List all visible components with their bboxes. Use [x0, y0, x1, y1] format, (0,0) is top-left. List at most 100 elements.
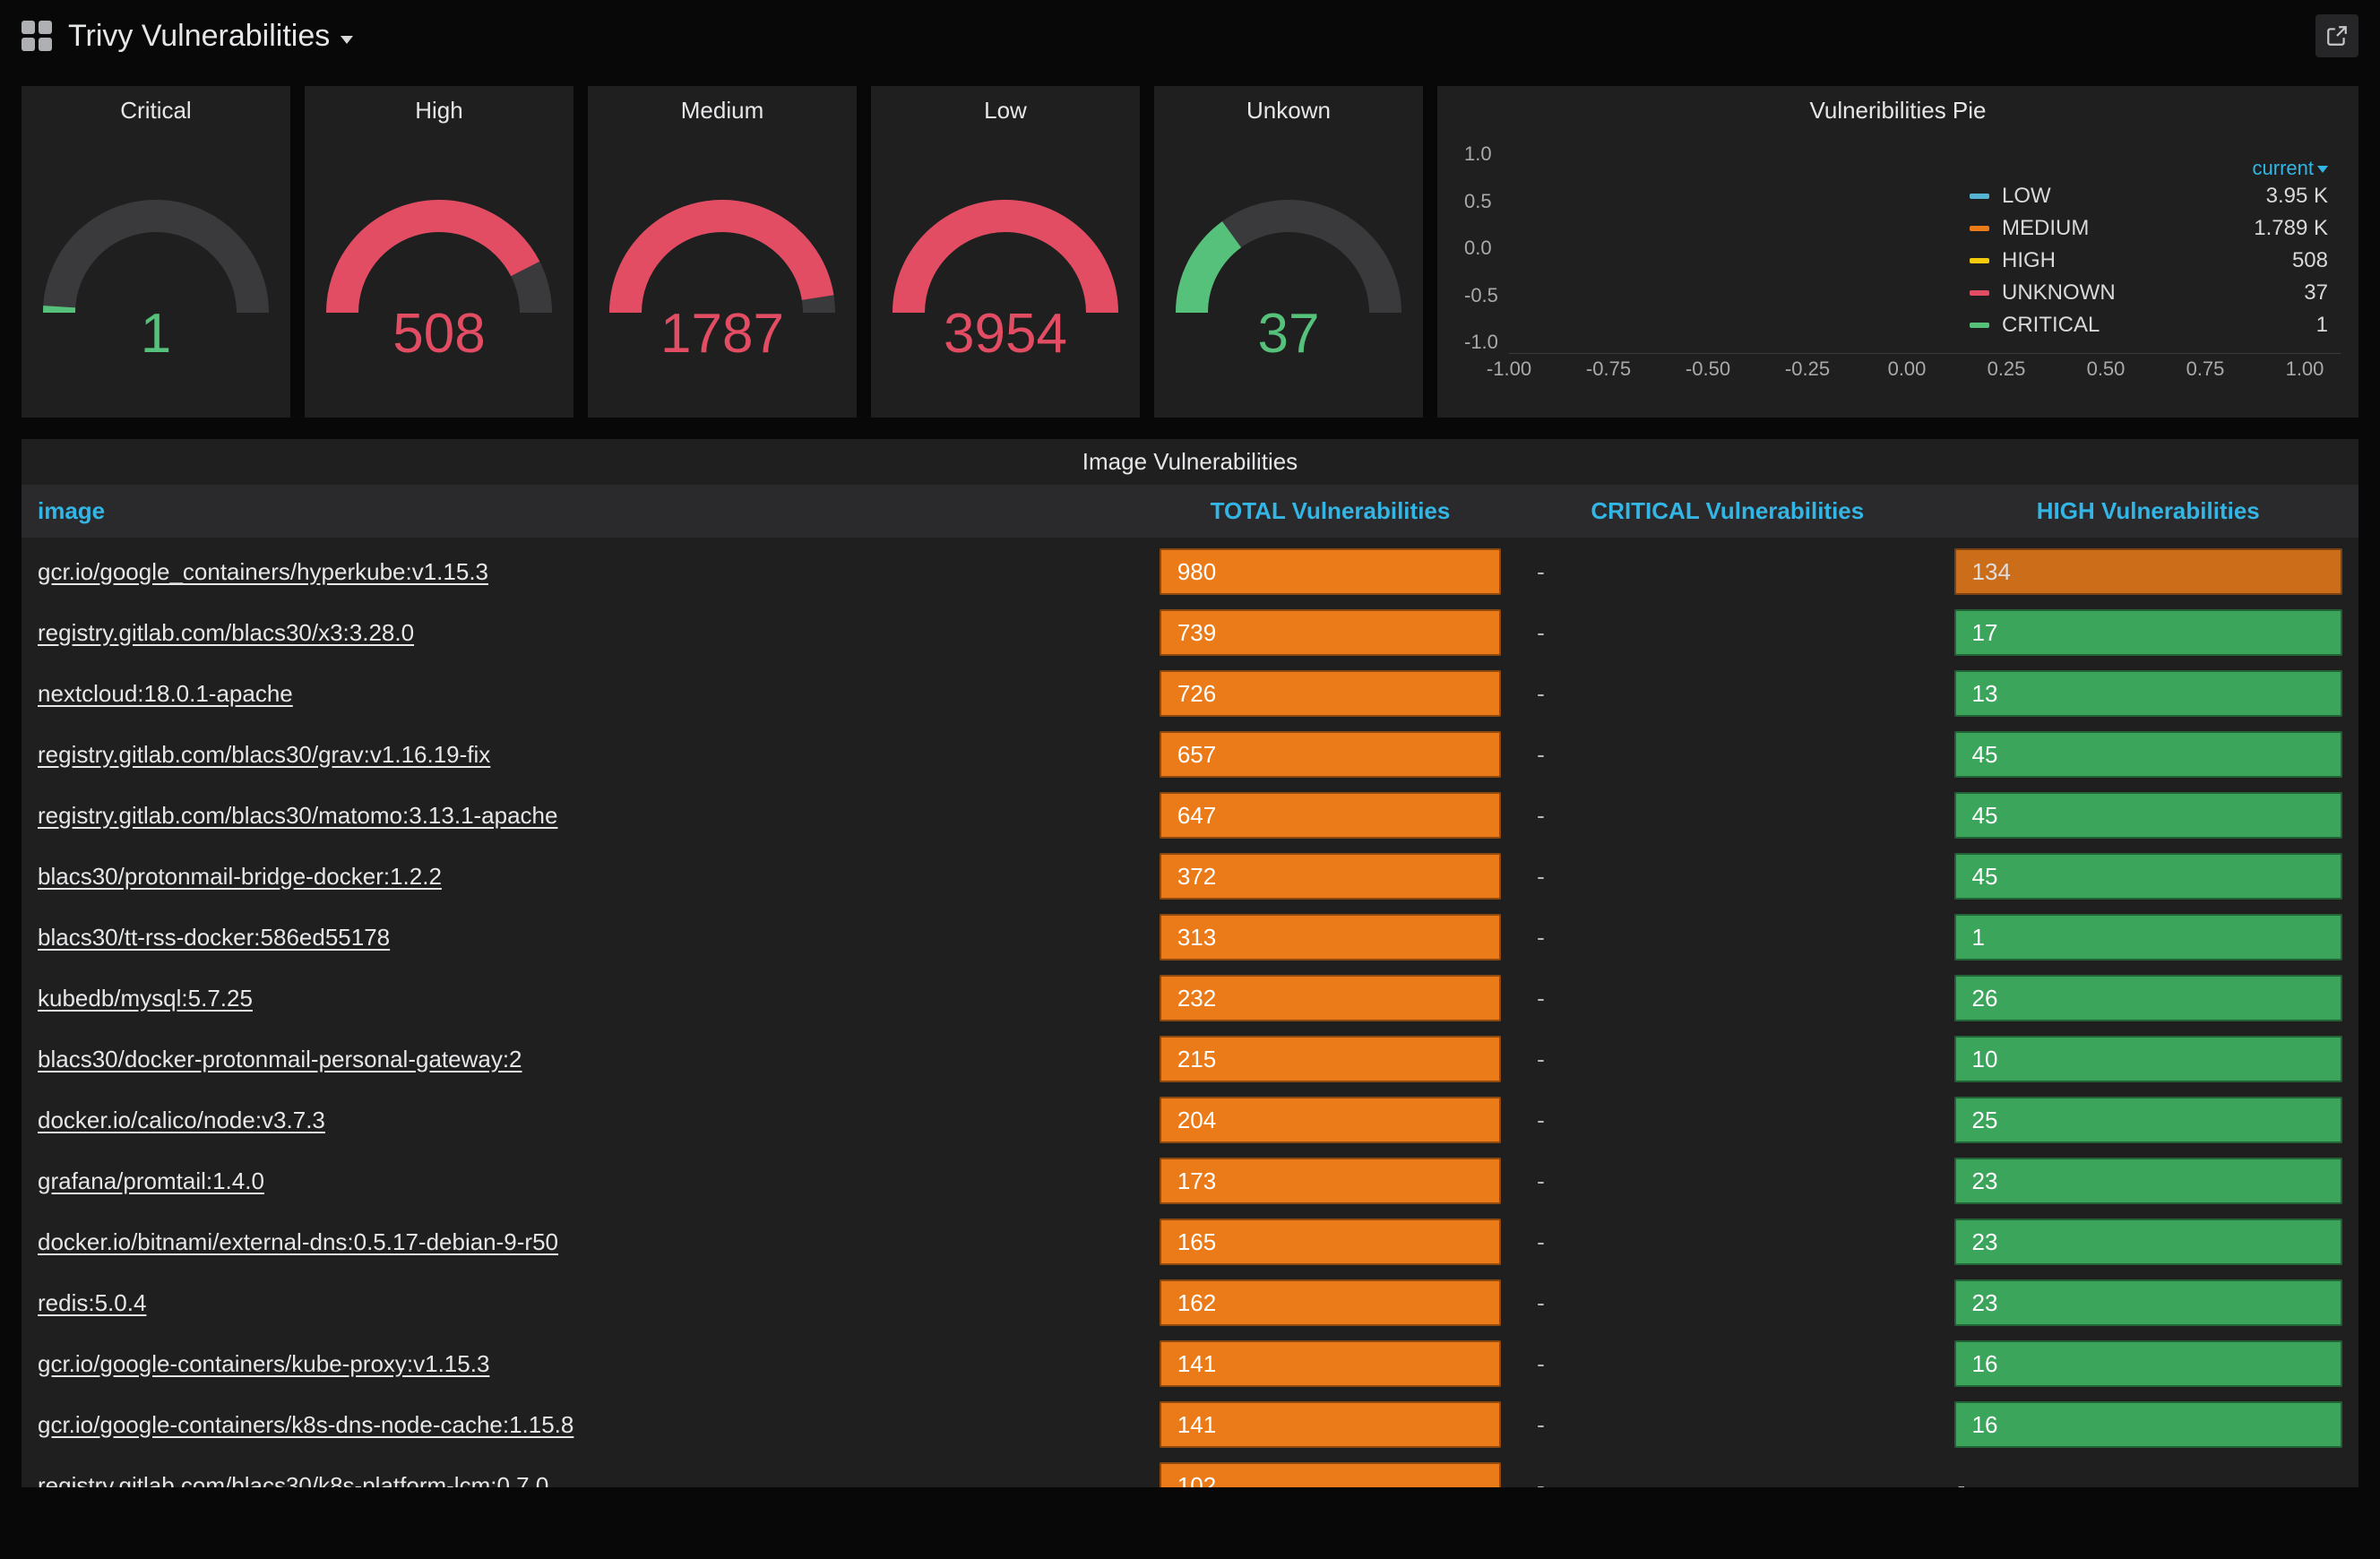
dashboard-grid-icon[interactable] — [22, 21, 52, 51]
cell-high: 1 — [1954, 914, 2342, 960]
gauge-panel-unkown[interactable]: Unkown 37 — [1154, 86, 1423, 418]
cell-total: 141 — [1160, 1401, 1501, 1448]
image-link[interactable]: gcr.io/google-containers/kube-proxy:v1.1… — [38, 1350, 489, 1378]
cell-critical: - — [1533, 1401, 1921, 1448]
x-tick: 1.00 — [2286, 357, 2324, 381]
x-tick: -1.00 — [1487, 357, 1531, 381]
legend-swatch-icon — [1970, 258, 1989, 263]
legend-row-low[interactable]: LOW3.95 K — [1961, 180, 2337, 212]
pie-panel: Vulneribilities Pie 1.00.50.0-0.5-1.0-1.… — [1437, 86, 2358, 418]
col-header-high[interactable]: HIGH Vulnerabilities — [1938, 485, 2358, 538]
table-row: gcr.io/google-containers/k8s-dns-node-ca… — [22, 1391, 2358, 1451]
gauge-panel-high[interactable]: High 508 — [305, 86, 573, 418]
table-row: registry.gitlab.com/blacs30/matomo:3.13.… — [22, 781, 2358, 842]
pie-legend-header-label: current — [2253, 157, 2314, 179]
cell-critical: - — [1533, 609, 1921, 656]
table-row: docker.io/calico/node:v3.7.3 204 - 25 — [22, 1086, 2358, 1147]
gauge-label: Low — [984, 97, 1027, 125]
gauge-label: Medium — [681, 97, 763, 125]
x-tick: 0.50 — [2087, 357, 2126, 381]
cell-total: 215 — [1160, 1036, 1501, 1082]
legend-name: CRITICAL — [2002, 313, 2100, 338]
legend-value: 1.789 K — [2254, 216, 2328, 241]
table-row: kubedb/mysql:5.7.25 232 - 26 — [22, 964, 2358, 1025]
cell-total: 739 — [1160, 609, 1501, 656]
cell-critical: - — [1533, 1462, 1921, 1487]
y-tick: -0.5 — [1464, 284, 1498, 307]
image-link[interactable]: docker.io/calico/node:v3.7.3 — [38, 1107, 325, 1134]
cell-high: 10 — [1954, 1036, 2342, 1082]
cell-total: 102 — [1160, 1462, 1501, 1487]
cell-total: 232 — [1160, 975, 1501, 1021]
image-link[interactable]: registry.gitlab.com/blacs30/grav:v1.16.1… — [38, 741, 490, 769]
gauge-label: Unkown — [1246, 97, 1331, 125]
gauge-panel-medium[interactable]: Medium 1787 — [588, 86, 857, 418]
image-link[interactable]: gcr.io/google-containers/k8s-dns-node-ca… — [38, 1411, 573, 1439]
gauges-row: Critical 1 High 508 Medium 1787 Low 3954 — [0, 65, 2380, 428]
image-link[interactable]: blacs30/protonmail-bridge-docker:1.2.2 — [38, 863, 442, 891]
gauge-chart: 37 — [1154, 142, 1423, 411]
gauge-panel-critical[interactable]: Critical 1 — [22, 86, 290, 418]
legend-value: 37 — [2304, 280, 2328, 306]
y-tick: 1.0 — [1464, 142, 1492, 166]
share-button[interactable] — [2315, 14, 2358, 57]
cell-critical: - — [1533, 1036, 1921, 1082]
image-link[interactable]: grafana/promtail:1.4.0 — [38, 1167, 264, 1195]
legend-row-high[interactable]: HIGH508 — [1961, 245, 2337, 277]
cell-total: 313 — [1160, 914, 1501, 960]
image-link[interactable]: registry.gitlab.com/blacs30/k8s-platform… — [38, 1472, 548, 1488]
gauge-label: High — [415, 97, 462, 125]
legend-swatch-icon — [1970, 194, 1989, 199]
share-icon — [2325, 24, 2349, 47]
image-link[interactable]: blacs30/docker-protonmail-personal-gatew… — [38, 1046, 522, 1073]
image-link[interactable]: kubedb/mysql:5.7.25 — [38, 985, 253, 1012]
col-header-critical[interactable]: CRITICAL Vulnerabilities — [1517, 485, 1937, 538]
cell-high: 16 — [1954, 1401, 2342, 1448]
legend-row-medium[interactable]: MEDIUM 1.789 K — [1961, 212, 2337, 245]
col-header-total[interactable]: TOTAL Vulnerabilities — [1143, 485, 1517, 538]
legend-row-unknown[interactable]: UNKNOWN37 — [1961, 277, 2337, 309]
cell-high: 25 — [1954, 1097, 2342, 1143]
dashboard-title: Trivy Vulnerabilities — [68, 19, 330, 54]
cell-critical: - — [1533, 1340, 1921, 1387]
image-link[interactable]: gcr.io/google_containers/hyperkube:v1.15… — [38, 558, 488, 586]
cell-high: 134 — [1954, 548, 2342, 595]
dashboard-title-dropdown[interactable]: Trivy Vulnerabilities — [68, 19, 353, 54]
table-row: blacs30/protonmail-bridge-docker:1.2.2 3… — [22, 842, 2358, 903]
col-header-image[interactable]: image — [22, 485, 1143, 538]
cell-total: 726 — [1160, 670, 1501, 717]
legend-swatch-icon — [1970, 290, 1989, 296]
gauge-chart: 1787 — [588, 142, 857, 411]
legend-name: MEDIUM — [2002, 216, 2089, 241]
image-link[interactable]: registry.gitlab.com/blacs30/matomo:3.13.… — [38, 802, 557, 830]
table-title: Image Vulnerabilities — [22, 448, 2358, 476]
cell-total: 204 — [1160, 1097, 1501, 1143]
cell-critical: - — [1533, 975, 1921, 1021]
gauge-chart: 508 — [305, 142, 573, 411]
table-panel: Image Vulnerabilities image TOTAL Vulner… — [22, 439, 2358, 1487]
table-row: nextcloud:18.0.1-apache 726 - 13 — [22, 659, 2358, 720]
table-row: docker.io/bitnami/external-dns:0.5.17-de… — [22, 1208, 2358, 1269]
y-tick: -1.0 — [1464, 331, 1498, 354]
cell-critical: - — [1533, 1219, 1921, 1265]
cell-high: 13 — [1954, 670, 2342, 717]
legend-value: 3.95 K — [2266, 184, 2328, 209]
image-link[interactable]: docker.io/bitnami/external-dns:0.5.17-de… — [38, 1228, 558, 1256]
pie-title: Vulneribilities Pie — [1437, 97, 2358, 125]
table-row: grafana/promtail:1.4.0 173 - 23 — [22, 1147, 2358, 1208]
table-row: blacs30/tt-rss-docker:586ed55178 313 - 1 — [22, 903, 2358, 964]
table-header-row: image TOTAL Vulnerabilities CRITICAL Vul… — [22, 485, 2358, 538]
image-link[interactable]: registry.gitlab.com/blacs30/x3:3.28.0 — [38, 619, 414, 647]
cell-high: 26 — [1954, 975, 2342, 1021]
cell-critical: - — [1533, 792, 1921, 839]
pie-legend-header[interactable]: current — [1961, 157, 2337, 180]
vulnerability-table: image TOTAL Vulnerabilities CRITICAL Vul… — [22, 485, 2358, 1487]
gauge-value: 3954 — [871, 302, 1140, 366]
cell-total: 162 — [1160, 1279, 1501, 1326]
gauge-panel-low[interactable]: Low 3954 — [871, 86, 1140, 418]
legend-row-critical[interactable]: CRITICAL1 — [1961, 309, 2337, 341]
image-link[interactable]: blacs30/tt-rss-docker:586ed55178 — [38, 924, 390, 952]
cell-total: 647 — [1160, 792, 1501, 839]
image-link[interactable]: redis:5.0.4 — [38, 1289, 146, 1317]
image-link[interactable]: nextcloud:18.0.1-apache — [38, 680, 293, 708]
